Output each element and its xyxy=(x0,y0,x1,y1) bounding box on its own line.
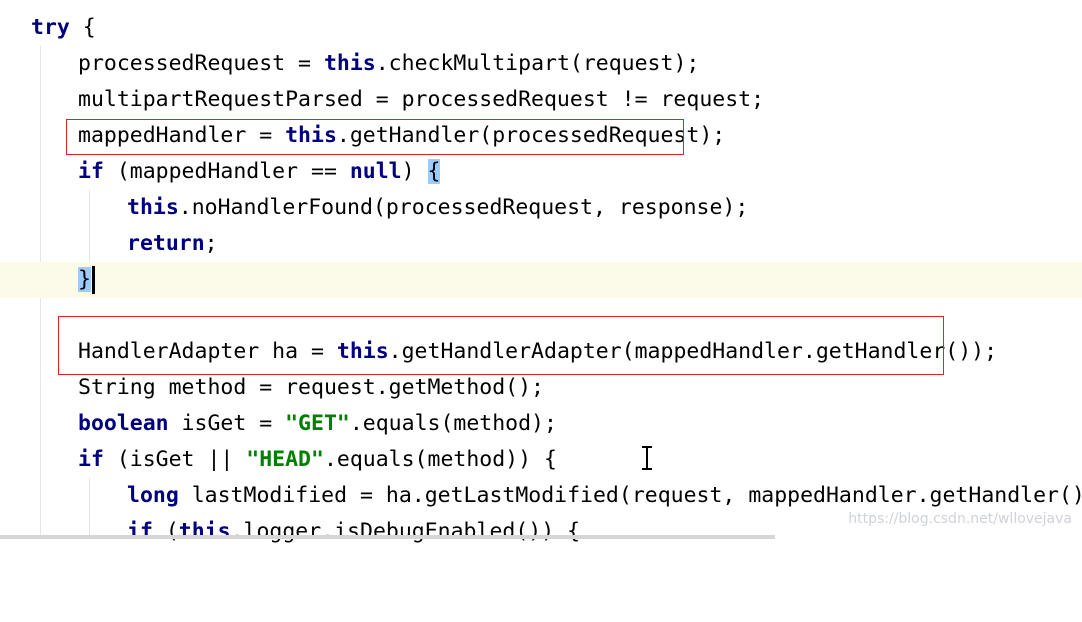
matched-brace: { xyxy=(427,159,441,184)
code-token: try xyxy=(31,15,70,40)
code-token: this xyxy=(178,519,231,544)
code-token: "GET" xyxy=(285,411,350,436)
code-token: boolean xyxy=(78,411,169,436)
code-line-try[interactable]: try { xyxy=(0,10,1082,46)
code-token: (mappedHandler == xyxy=(103,159,350,184)
text-caret xyxy=(91,266,95,294)
code-line-boolean-isget[interactable]: boolean isGet = "GET".equals(method); xyxy=(0,406,1082,442)
code-token: ) xyxy=(401,159,428,184)
code-token: long xyxy=(127,483,179,508)
text-cursor-icon xyxy=(642,446,652,470)
code-token: String method = request.getMethod(); xyxy=(78,375,544,400)
code-token: .equals(method)) { xyxy=(323,447,557,472)
code-token: if xyxy=(127,519,153,544)
code-token: { xyxy=(69,15,96,40)
code-token: (isGet || xyxy=(103,447,247,472)
code-line-no-handler-found[interactable]: this.noHandlerFound(processedRequest, re… xyxy=(0,190,1082,226)
matched-brace: } xyxy=(78,267,91,292)
code-token: ( xyxy=(152,519,179,544)
watermark: https://blog.csdn.net/wllovejava xyxy=(848,511,1072,527)
code-token: isGet = xyxy=(168,411,286,436)
code-token: multipartRequestParsed = processedReques… xyxy=(78,87,765,112)
code-token: this xyxy=(323,51,376,76)
code-token: lastModified = ha.getLastModified(reques… xyxy=(178,483,1082,508)
code-token: return xyxy=(127,231,205,256)
code-line-long-last-modified[interactable]: long lastModified = ha.getLastModified(r… xyxy=(0,478,1082,514)
highlight-box-get-handler xyxy=(66,119,684,155)
horizontal-scrollbar[interactable] xyxy=(0,535,775,539)
code-line-string-method[interactable]: String method = request.getMethod(); xyxy=(0,370,1082,406)
code-token: processedRequest = xyxy=(78,51,324,76)
code-line-multipart-parsed[interactable]: multipartRequestParsed = processedReques… xyxy=(0,82,1082,118)
code-token: "HEAD" xyxy=(246,447,324,472)
code-token: null xyxy=(349,159,402,184)
code-token: .checkMultipart(request); xyxy=(375,51,700,76)
code-token: if xyxy=(78,159,104,184)
code-line-if-isget[interactable]: if (isGet || "HEAD".equals(method)) { xyxy=(0,442,1082,478)
code-token: if xyxy=(78,447,104,472)
code-token: .equals(method); xyxy=(349,411,557,436)
code-editor[interactable]: try { processedRequest = this.checkMulti… xyxy=(0,0,1082,544)
code-token: ; xyxy=(204,231,218,256)
code-line-if-null[interactable]: if (mappedHandler == null) { xyxy=(0,154,1082,190)
code-line-processed-request[interactable]: processedRequest = this.checkMultipart(r… xyxy=(0,46,1082,82)
code-token: this xyxy=(127,195,179,220)
code-token: .noHandlerFound(processedRequest, respon… xyxy=(178,195,749,220)
highlight-box-get-handler-adapter xyxy=(58,316,944,375)
code-line-return[interactable]: return; xyxy=(0,226,1082,262)
code-line-close-brace[interactable]: } xyxy=(0,262,1082,298)
code-token: .logger.isDebugEnabled()) { xyxy=(230,519,581,544)
